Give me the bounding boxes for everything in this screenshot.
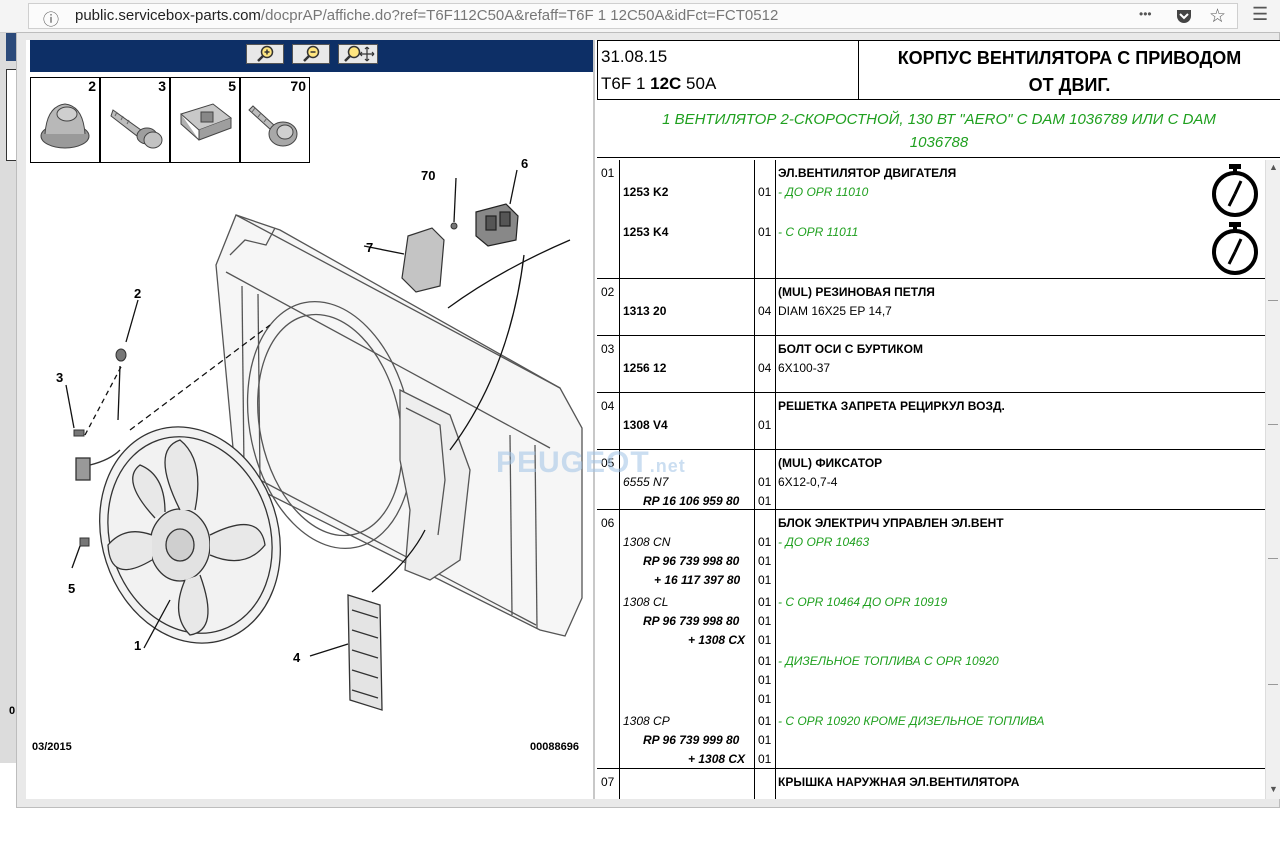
parts-panel: 31.08.15 T6F 1 12C 50A КОРПУС ВЕНТИЛЯТОР… — [597, 40, 1280, 799]
stopwatch-icon[interactable] — [1209, 222, 1261, 276]
part-desc: БОЛТ ОСИ С БУРТИКОМ — [778, 342, 923, 356]
table-scrollbar[interactable]: ▲ ▼ — [1265, 160, 1280, 799]
part-ref[interactable]: 1308 V4 — [623, 418, 668, 432]
part-desc: КРЫШКА НАРУЖНАЯ ЭЛ.ВЕНТИЛЯТОРА — [778, 775, 1020, 789]
parts-table: 01 1253 K2 01 ЭЛ.ВЕНТИЛЯТОР ДВИГАТЕЛЯ - … — [597, 160, 1265, 799]
callout-4: 4 — [293, 650, 301, 665]
part-ref[interactable]: 1313 20 — [623, 304, 666, 318]
part-ref[interactable]: RP 96 739 999 80 — [643, 733, 739, 747]
part-desc: (MUL) ФИКСАТОР — [778, 456, 883, 470]
header-date: 31.08.15 — [601, 47, 668, 66]
part-ref[interactable]: RP 96 739 998 80 — [643, 554, 739, 568]
page-title: КОРПУС ВЕНТИЛЯТОРА С ПРИВОДОМ ОТ ДВИГ. — [859, 40, 1280, 100]
table-row[interactable]: 03 1256 12 04 БОЛТ ОСИ С БУРТИКОМ 6X100-… — [597, 336, 1265, 393]
part-ref[interactable]: + 1308 CX — [688, 633, 745, 647]
part-ref[interactable]: 1256 12 — [623, 361, 666, 375]
table-row[interactable]: 05 6555 N7 RP 16 106 959 80 01 01 (MUL) … — [597, 450, 1265, 510]
table-row[interactable]: 06 БЛОК ЭЛЕКТРИЧ УПРАВЛЕН ЭЛ.ВЕНТ 1308 C… — [597, 510, 1265, 769]
diagram-date-code: 03/2015 — [32, 741, 72, 753]
scroll-up-icon[interactable]: ▲ — [1269, 162, 1278, 172]
callout-7: 7 — [366, 240, 373, 255]
side-mark: 0 — [9, 705, 16, 717]
part-desc: ЭЛ.ВЕНТИЛЯТОР ДВИГАТЕЛЯ — [778, 166, 957, 180]
exploded-view-drawing: 70 6 7 2 3 5 1 4 — [56, 156, 583, 711]
part-ref[interactable]: + 1308 CX — [688, 752, 745, 766]
diagram-panel: 2 3 5 70 70 6 7 2 3 5 1 4 03/2015 000886… — [30, 40, 593, 790]
info-icon[interactable]: ⓘ — [43, 6, 59, 30]
menu-icon[interactable]: ☰ — [1252, 4, 1268, 25]
bookmark-star-icon[interactable]: ☆ — [1209, 5, 1226, 28]
diagram-ref-code: 00088696 — [530, 741, 579, 753]
callout-70: 70 — [421, 168, 435, 183]
part-ref[interactable]: 1308 CN — [623, 535, 670, 549]
part-ref[interactable]: + 16 117 397 80 — [654, 573, 740, 587]
callout-2: 2 — [134, 286, 141, 301]
more-icon[interactable]: ••• — [1139, 7, 1152, 21]
part-desc: РЕШЕТКА ЗАПРЕТА РЕЦИРКУЛ ВОЗД. — [778, 399, 1005, 413]
part-ref[interactable]: 1253 K2 — [623, 185, 668, 199]
stopwatch-icon[interactable] — [1209, 164, 1261, 218]
part-ref[interactable]: 1308 CL — [623, 595, 668, 609]
callout-6: 6 — [521, 156, 528, 171]
part-desc: БЛОК ЭЛЕКТРИЧ УПРАВЛЕН ЭЛ.ВЕНТ — [778, 516, 1004, 530]
part-desc: (MUL) РЕЗИНОВАЯ ПЕТЛЯ — [778, 285, 935, 299]
table-row[interactable]: 01 1253 K2 01 ЭЛ.ВЕНТИЛЯТОР ДВИГАТЕЛЯ - … — [597, 160, 1265, 279]
scroll-down-icon[interactable]: ▼ — [1269, 784, 1278, 794]
part-ref[interactable]: RP 96 739 998 80 — [643, 614, 739, 628]
table-row[interactable]: 07 КРЫШКА НАРУЖНАЯ ЭЛ.ВЕНТИЛЯТОРА — [597, 769, 1265, 799]
callout-1: 1 — [134, 638, 141, 653]
variant-description: 1 ВЕНТИЛЯТОР 2-СКОРОСТНОЙ, 130 ВТ "AERO"… — [597, 100, 1280, 158]
grille-part — [347, 594, 383, 711]
table-row[interactable]: 04 1308 V4 01 РЕШЕТКА ЗАПРЕТА РЕЦИРКУЛ В… — [597, 393, 1265, 450]
browser-toolbar: ⓘ public.servicebox-parts.com/docprAP/af… — [0, 0, 1280, 33]
cover-part — [401, 227, 445, 293]
panel-divider[interactable] — [593, 40, 595, 799]
part-ref[interactable]: RP 16 106 959 80 — [643, 494, 739, 508]
table-row[interactable]: 02 1313 20 04 (MUL) РЕЗИНОВАЯ ПЕТЛЯ DIAM… — [597, 279, 1265, 336]
header-code: T6F 1 12C 50A — [601, 74, 717, 93]
address-url[interactable]: public.servicebox-parts.com/docprAP/affi… — [75, 7, 778, 24]
content-window: 2 3 5 70 70 6 7 2 3 5 1 4 03/2015 000886… — [16, 32, 1280, 808]
part-ref[interactable]: 1308 CP — [623, 714, 670, 728]
connector-part — [475, 203, 519, 247]
content-area: 2 3 5 70 70 6 7 2 3 5 1 4 03/2015 000886… — [26, 40, 1280, 799]
header-info: 31.08.15 T6F 1 12C 50A — [597, 40, 859, 100]
callout-5: 5 — [68, 581, 75, 596]
watermark: PEUGEOT.net — [496, 446, 686, 479]
callout-3: 3 — [56, 370, 63, 385]
part-ref[interactable]: 1253 K4 — [623, 225, 668, 239]
address-bar[interactable]: ⓘ public.servicebox-parts.com/docprAP/af… — [28, 3, 1238, 29]
pocket-icon[interactable] — [1175, 8, 1193, 30]
